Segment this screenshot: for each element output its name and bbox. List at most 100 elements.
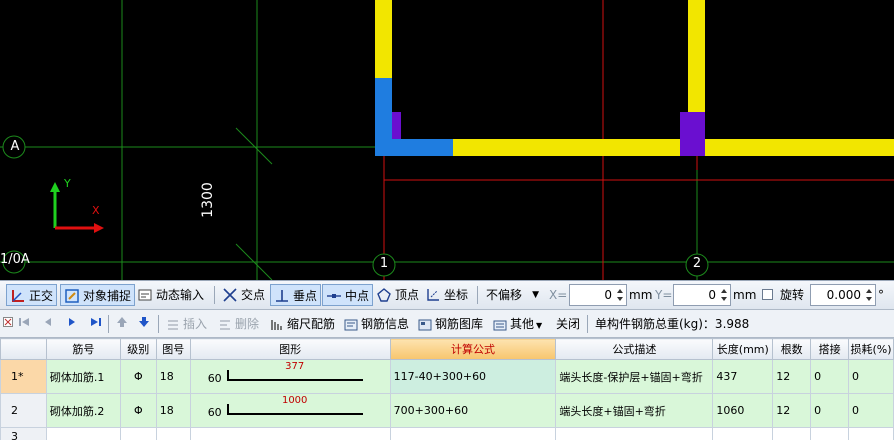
loss-cell[interactable]: 0 <box>848 393 894 428</box>
insert-button[interactable]: 插入 <box>166 315 207 333</box>
count-cell[interactable]: 12 <box>772 359 812 394</box>
scale-rebar-button[interactable]: 缩尺配筋 <box>270 315 335 333</box>
empty-cell[interactable] <box>810 427 850 440</box>
shape-straight-length: 377 <box>285 360 305 372</box>
empty-cell[interactable] <box>848 427 894 440</box>
empty-cell[interactable] <box>155 427 191 440</box>
row-number[interactable]: 2 <box>0 393 47 428</box>
x-offset-input[interactable]: 0 <box>569 284 627 306</box>
table-row[interactable]: 1* 砌体加筋.1 Φ 18 60 377 117-40+300+60 端头长度… <box>0 359 894 394</box>
col-header-shape[interactable]: 图形 <box>189 338 391 360</box>
object-snap-button[interactable]: 对象捕捉 <box>60 284 136 306</box>
rebar-info-button[interactable]: 钢筋信息 <box>344 315 409 333</box>
figure-no-cell[interactable]: 18 <box>155 359 191 394</box>
y-offset-input[interactable]: 0 <box>673 284 731 306</box>
row-number[interactable]: 1* <box>0 359 47 394</box>
length-cell[interactable]: 1060 <box>712 393 774 428</box>
bar-name-cell[interactable]: 砌体加筋.1 <box>45 359 121 394</box>
formula-desc-cell[interactable]: 端头长度-保护层+锚固+弯折 <box>555 359 714 394</box>
dimension-text: 1300 <box>200 182 216 218</box>
lap-cell[interactable]: 0 <box>810 393 850 428</box>
vertex-snap-button[interactable]: 顶点 <box>373 284 422 306</box>
shape-cell[interactable]: 60 377 <box>189 359 391 394</box>
formula-cell[interactable]: 117-40+300+60 <box>389 359 557 394</box>
wall-segment[interactable] <box>688 0 705 112</box>
col-header-loss[interactable]: 损耗(%) <box>848 338 894 360</box>
midpoint-label: 中点 <box>345 289 370 303</box>
rotate-checkbox[interactable] <box>762 289 773 300</box>
empty-cell[interactable] <box>119 427 157 440</box>
spinner-arrows-icon[interactable] <box>719 286 729 304</box>
bar-shape-drawing: 60 1000 <box>194 395 384 426</box>
constructional-column[interactable] <box>680 112 705 156</box>
wall-segment[interactable] <box>375 0 392 78</box>
ucs-x-arrow-icon <box>94 223 104 233</box>
col-header-figure-no[interactable]: 图号 <box>155 338 191 360</box>
col-header-formula[interactable]: 计算公式 <box>389 338 557 360</box>
intersection-label: 交点 <box>241 288 266 302</box>
other-menu-button[interactable]: 其他 ▼ <box>493 315 542 333</box>
formula-cell[interactable]: 700+300+60 <box>389 393 557 428</box>
empty-cell[interactable] <box>389 427 557 440</box>
table-row[interactable]: 2 砌体加筋.2 Φ 18 60 1000 700+300+60 端头长度+锚固… <box>0 393 894 428</box>
rotate-angle-input[interactable]: 0.000 <box>810 284 876 306</box>
constructional-column[interactable] <box>392 112 401 139</box>
axis-label-1-0a: 1/0A <box>0 252 30 267</box>
y-unit-label: mm <box>733 288 757 302</box>
dynamic-input-button[interactable]: 动态输入 <box>134 284 207 306</box>
count-cell[interactable]: 12 <box>772 393 812 428</box>
delete-icon <box>220 319 230 330</box>
loss-cell[interactable]: 0 <box>848 359 894 394</box>
separator <box>477 286 478 304</box>
shape-cell[interactable]: 60 1000 <box>189 393 391 428</box>
midpoint-snap-button[interactable]: 中点 <box>322 284 374 306</box>
empty-cell[interactable] <box>712 427 774 440</box>
col-header-lap[interactable]: 搭接 <box>810 338 850 360</box>
formula-desc-cell[interactable]: 端头长度+锚固+弯折 <box>555 393 714 428</box>
length-cell[interactable]: 437 <box>712 359 774 394</box>
rotate-angle-value: 0.000 <box>826 288 861 302</box>
column[interactable] <box>375 78 453 156</box>
vertex-label: 顶点 <box>395 288 420 302</box>
cad-canvas[interactable]: A 1/0A 1 2 1300 Y X <box>0 0 894 280</box>
next-record-button[interactable] <box>66 315 78 333</box>
grade-cell[interactable]: Φ <box>119 359 157 394</box>
spinner-arrows-icon[interactable] <box>615 286 625 304</box>
separator <box>158 315 159 333</box>
scale-rebar-label: 缩尺配筋 <box>287 317 336 331</box>
ortho-button[interactable]: 正交 <box>6 284 58 306</box>
rebar-info-label: 钢筋信息 <box>361 317 410 331</box>
offset-mode-dropdown[interactable]: 不偏移 ▼ <box>483 284 543 306</box>
bar-name-cell[interactable]: 砌体加筋.2 <box>45 393 121 428</box>
coordinate-snap-button[interactable]: 坐标 <box>422 284 471 306</box>
grade-cell[interactable]: Φ <box>119 393 157 428</box>
empty-cell[interactable] <box>555 427 714 440</box>
col-header-bar-name[interactable]: 筋号 <box>45 338 121 360</box>
rebar-library-button[interactable]: 钢筋图库 <box>418 315 483 333</box>
perpendicular-snap-button[interactable]: 垂点 <box>270 284 322 306</box>
empty-cell[interactable] <box>772 427 812 440</box>
move-up-button[interactable] <box>116 315 128 333</box>
delete-button[interactable]: 删除 <box>218 315 259 333</box>
midpoint-icon <box>327 294 341 298</box>
spinner-arrows-icon[interactable] <box>864 286 874 304</box>
first-record-button[interactable] <box>18 315 30 333</box>
figure-no-cell[interactable]: 18 <box>155 393 191 428</box>
table-row-empty[interactable]: 3 <box>0 427 894 440</box>
intersection-snap-button[interactable]: 交点 <box>219 284 268 306</box>
empty-cell[interactable] <box>45 427 121 440</box>
wall-segment[interactable] <box>453 139 894 156</box>
col-header-formula-desc[interactable]: 公式描述 <box>555 338 714 360</box>
move-down-button[interactable] <box>138 315 150 333</box>
lap-cell[interactable]: 0 <box>810 359 850 394</box>
col-header-grade[interactable]: 级别 <box>119 338 157 360</box>
snap-toolbar: 正交 对象捕捉 动态输入 交点 垂点 中点 顶点 坐标 不偏移 ▼ X= 0 m… <box>0 280 894 310</box>
close-button[interactable]: 关闭 <box>556 315 580 333</box>
empty-cell[interactable] <box>189 427 391 440</box>
col-header-count[interactable]: 根数 <box>772 338 812 360</box>
row-number[interactable]: 3 <box>0 427 47 440</box>
col-header-length[interactable]: 长度(mm) <box>712 338 774 360</box>
y-offset-label: Y= <box>655 288 673 302</box>
previous-record-button[interactable] <box>42 315 54 333</box>
last-record-button[interactable] <box>90 315 102 333</box>
